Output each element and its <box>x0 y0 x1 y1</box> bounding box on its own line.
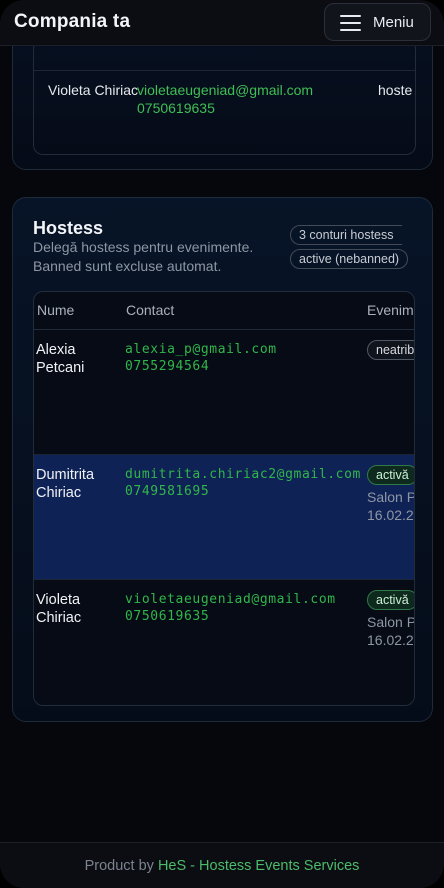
hostess-name: Dumitrita Chiriac <box>36 467 95 501</box>
member-name: Violeta Chiriac <box>48 82 139 98</box>
column-header-event[interactable]: Evenim <box>367 302 414 318</box>
table-row[interactable]: Alexia Petcani alexia_p@gmail.com 075529… <box>34 330 414 455</box>
event-date: 16.02.2 <box>367 507 414 523</box>
hostess-card: Hostess Delegă hostess pentru evenimente… <box>12 197 433 722</box>
member-phone[interactable]: 0750619635 <box>137 99 313 117</box>
footer: Product by HeS - Hostess Events Services <box>0 842 444 888</box>
table-row[interactable]: Violeta Chiriac violetaeugeniad@gmail.co… <box>34 580 414 705</box>
hamburger-icon <box>340 14 361 31</box>
footer-prefix: Product by <box>84 858 158 874</box>
top-bar: Compania ta Meniu <box>0 0 444 46</box>
menu-label: Meniu <box>373 14 414 31</box>
hostess-name: Alexia Petcani <box>36 342 85 376</box>
menu-button[interactable]: Meniu <box>324 3 431 41</box>
hostess-card-title: Hostess <box>33 218 104 238</box>
hostess-email[interactable]: alexia_p@gmail.com <box>125 341 277 358</box>
column-header-name[interactable]: Nume <box>37 302 74 318</box>
event-name: Salon P <box>367 614 415 630</box>
hostess-phone[interactable]: 0755294564 <box>125 358 277 375</box>
event-status-badge[interactable]: neatrib <box>367 340 414 360</box>
row-divider <box>34 70 415 71</box>
member-contact: violetaeugeniad@gmail.com 0750619635 <box>137 81 313 117</box>
event-info: Salon P 16.02.2 <box>367 488 415 524</box>
event-status-badge[interactable]: activă <box>367 465 414 485</box>
hostess-email[interactable]: violetaeugeniad@gmail.com <box>125 591 336 608</box>
hostess-table[interactable]: Nume Contact Evenim Alexia Petcani alexi… <box>33 291 415 706</box>
hostess-name: Violeta Chiriac <box>36 592 82 626</box>
hostess-email[interactable]: dumitrita.chiriac2@gmail.com <box>125 466 361 483</box>
brand-title[interactable]: Compania ta <box>14 11 130 33</box>
hostess-count-badge: 3 conturi hostess <box>290 225 402 245</box>
member-role: hoste <box>378 82 413 98</box>
column-header-contact[interactable]: Contact <box>126 302 174 318</box>
hostess-active-badge: active (nebanned) <box>290 249 409 269</box>
event-name: Salon P <box>367 489 415 505</box>
hostess-card-description: Delegă hostess pentru evenimente. Banned… <box>33 239 254 274</box>
event-status-badge[interactable]: activă <box>367 590 414 610</box>
hostess-phone[interactable]: 0749581695 <box>125 483 361 500</box>
table-row[interactable]: Dumitrita Chiriac dumitrita.chiriac2@gma… <box>34 455 414 580</box>
hostess-contact: alexia_p@gmail.com 0755294564 <box>125 341 277 375</box>
member-email[interactable]: violetaeugeniad@gmail.com <box>137 81 313 99</box>
team-table: Violeta Chiriac violetaeugeniad@gmail.co… <box>33 39 416 155</box>
hostess-contact: dumitrita.chiriac2@gmail.com 0749581695 <box>125 466 361 500</box>
hostess-phone[interactable]: 0750619635 <box>125 608 336 625</box>
event-date: 16.02.2 <box>367 632 414 648</box>
event-info: Salon P 16.02.2 <box>367 613 415 649</box>
app-screen: Violeta Chiriac violetaeugeniad@gmail.co… <box>0 0 444 888</box>
footer-link[interactable]: HeS - Hostess Events Services <box>158 858 359 874</box>
hostess-contact: violetaeugeniad@gmail.com 0750619635 <box>125 591 336 625</box>
